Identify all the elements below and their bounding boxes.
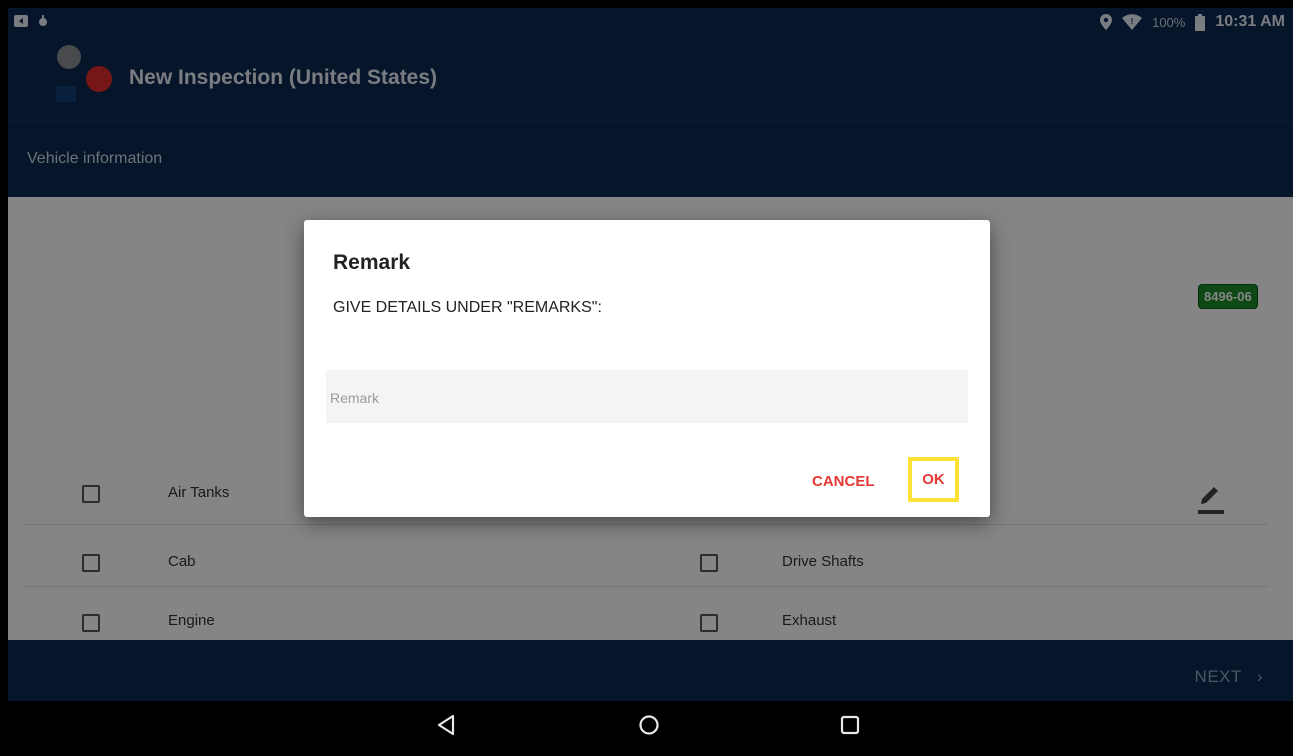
- recent-apps-icon[interactable]: [840, 714, 860, 736]
- back-icon[interactable]: [436, 714, 456, 736]
- dialog-title: Remark: [333, 251, 411, 274]
- remark-dialog: Remark GIVE DETAILS UNDER "REMARKS": CAN…: [304, 220, 990, 517]
- remark-input[interactable]: [326, 370, 968, 423]
- home-icon[interactable]: [638, 714, 660, 736]
- cancel-button[interactable]: CANCEL: [812, 473, 875, 490]
- ok-button[interactable]: OK: [908, 457, 959, 502]
- dialog-message: GIVE DETAILS UNDER "REMARKS":: [333, 299, 602, 316]
